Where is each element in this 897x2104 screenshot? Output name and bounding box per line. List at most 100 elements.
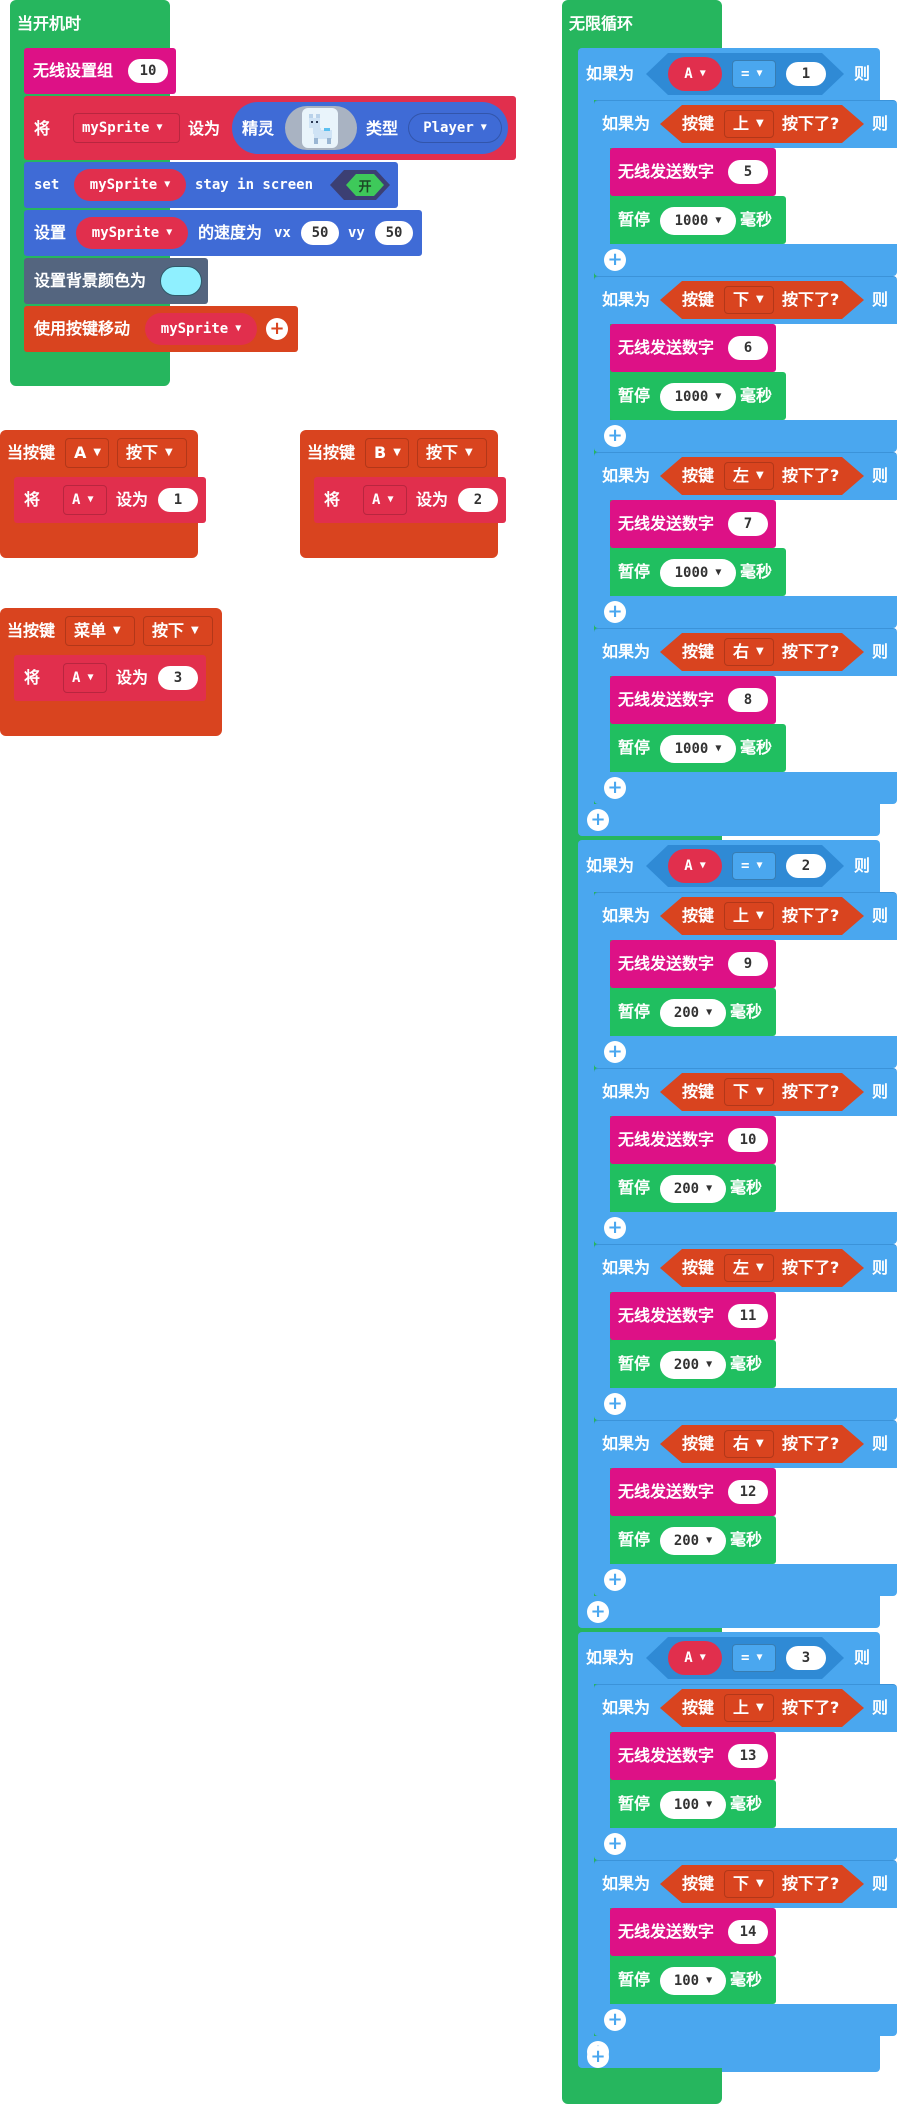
pause-duration-dropdown[interactable]: 200 ▼: [660, 1351, 726, 1379]
compare-value-input[interactable]: 2: [786, 854, 826, 878]
operator-dropdown[interactable]: = ▼: [732, 852, 776, 880]
variable-dropdown[interactable]: A ▼: [668, 1641, 722, 1675]
pause-duration-dropdown[interactable]: 100 ▼: [660, 1791, 726, 1819]
chevron-down-icon: ▼: [715, 743, 722, 754]
pause-duration-dropdown[interactable]: 200 ▼: [660, 1175, 726, 1203]
value-input[interactable]: 1: [158, 488, 198, 512]
direction-dropdown[interactable]: 上 ▼: [724, 902, 774, 930]
add-icon[interactable]: +: [604, 2009, 626, 2031]
chevron-down-icon: ▼: [756, 646, 764, 657]
direction-value: 左: [733, 1258, 750, 1277]
if-label: 如果为: [602, 1698, 651, 1717]
pressed-label: 按下了?: [782, 642, 840, 661]
direction-dropdown[interactable]: 下 ▼: [724, 1870, 774, 1898]
pause-duration-dropdown[interactable]: 200 ▼: [660, 1527, 726, 1555]
pause-duration-dropdown[interactable]: 1000 ▼: [660, 559, 736, 587]
event-action-dropdown[interactable]: 按下 ▼: [143, 616, 213, 646]
add-icon[interactable]: +: [604, 1217, 626, 1239]
pause-duration-value: 1000: [674, 741, 709, 757]
add-icon[interactable]: +: [587, 2046, 609, 2068]
compare-value-input[interactable]: 1: [786, 62, 826, 86]
then-label: 则: [872, 290, 889, 309]
vy-input[interactable]: 50: [375, 221, 413, 245]
pause-duration-dropdown[interactable]: 1000 ▼: [660, 207, 736, 235]
background-color-swatch[interactable]: [160, 266, 202, 296]
velocity-prefix: 设置: [34, 223, 67, 242]
event-action-dropdown[interactable]: 按下 ▼: [117, 438, 187, 468]
add-icon[interactable]: +: [604, 1833, 626, 1855]
operator-value: =: [741, 858, 750, 874]
send-number-input[interactable]: 10: [728, 1128, 768, 1152]
send-number-input[interactable]: 5: [728, 160, 768, 184]
ms-label: 毫秒: [740, 562, 773, 581]
direction-dropdown[interactable]: 上 ▼: [724, 110, 774, 138]
pause-duration-dropdown[interactable]: 1000 ▼: [660, 383, 736, 411]
send-number-input[interactable]: 7: [728, 512, 768, 536]
add-icon[interactable]: +: [604, 777, 626, 799]
compare-value-input[interactable]: 3: [786, 1646, 826, 1670]
direction-dropdown[interactable]: 右 ▼: [724, 638, 774, 666]
pause-duration-dropdown[interactable]: 200 ▼: [660, 999, 726, 1027]
chevron-down-icon: ▼: [480, 122, 487, 133]
direction-dropdown[interactable]: 左 ▼: [724, 462, 774, 490]
send-number-input[interactable]: 13: [728, 1744, 768, 1768]
button-dropdown[interactable]: B ▼: [365, 438, 409, 468]
pause-duration-dropdown[interactable]: 1000 ▼: [660, 735, 736, 763]
stay-sprite-dropdown[interactable]: mySprite ▼: [74, 169, 186, 201]
send-number-input[interactable]: 9: [728, 952, 768, 976]
add-icon[interactable]: +: [604, 249, 626, 271]
send-number-input[interactable]: 8: [728, 688, 768, 712]
button-dropdown[interactable]: 菜单 ▼: [65, 616, 135, 646]
event-when-label: 当按键: [7, 621, 56, 640]
pause-duration-dropdown[interactable]: 100 ▼: [660, 1967, 726, 1995]
then-label: 则: [872, 642, 889, 661]
value-input[interactable]: 2: [458, 488, 498, 512]
value-input[interactable]: 3: [158, 666, 198, 690]
variable-dropdown[interactable]: A ▼: [668, 849, 722, 883]
variable-dropdown[interactable]: A ▼: [363, 485, 407, 515]
add-icon[interactable]: +: [604, 1393, 626, 1415]
sprite-variable-dropdown[interactable]: mySprite ▼: [73, 113, 180, 143]
direction-dropdown[interactable]: 左 ▼: [724, 1254, 774, 1282]
velocity-sprite-dropdown[interactable]: mySprite ▼: [76, 217, 188, 249]
add-icon[interactable]: +: [604, 1041, 626, 1063]
move-sprite-dropdown[interactable]: mySprite ▼: [145, 313, 257, 345]
direction-dropdown[interactable]: 下 ▼: [724, 286, 774, 314]
add-icon[interactable]: +: [604, 601, 626, 623]
add-icon[interactable]: +: [266, 318, 288, 340]
add-icon[interactable]: +: [604, 425, 626, 447]
variable-dropdown[interactable]: A ▼: [63, 663, 107, 693]
direction-dropdown[interactable]: 下 ▼: [724, 1078, 774, 1106]
chevron-down-icon: ▼: [191, 625, 199, 636]
chevron-down-icon: ▼: [699, 68, 706, 79]
send-number-input[interactable]: 14: [728, 1920, 768, 1944]
add-icon[interactable]: +: [587, 1601, 609, 1623]
send-number-input[interactable]: 12: [728, 1480, 768, 1504]
button-dropdown[interactable]: A ▼: [65, 438, 109, 468]
event-action-value: 按下: [152, 621, 185, 640]
nested-if-arm: [594, 1732, 610, 1828]
add-icon[interactable]: +: [604, 1569, 626, 1591]
variable-dropdown[interactable]: A ▼: [668, 57, 722, 91]
operator-dropdown[interactable]: = ▼: [732, 1644, 776, 1672]
event-action-dropdown[interactable]: 按下 ▼: [417, 438, 487, 468]
chevron-down-icon: ▼: [715, 215, 722, 226]
add-icon[interactable]: +: [587, 809, 609, 831]
sprite-kind-dropdown[interactable]: Player ▼: [408, 113, 502, 143]
send-number-input[interactable]: 11: [728, 1304, 768, 1328]
nested-if-footer: [594, 1388, 897, 1420]
radio-group-input[interactable]: 10: [128, 59, 168, 83]
variable-dropdown[interactable]: A ▼: [63, 485, 107, 515]
event-action-value: 按下: [426, 443, 459, 462]
send-number-input[interactable]: 6: [728, 336, 768, 360]
chevron-down-icon: ▼: [165, 447, 173, 458]
operator-dropdown[interactable]: = ▼: [732, 60, 776, 88]
direction-dropdown[interactable]: 右 ▼: [724, 1430, 774, 1458]
stay-set-label: set: [34, 177, 60, 193]
pause-duration-value: 200: [673, 1357, 700, 1373]
direction-dropdown[interactable]: 上 ▼: [724, 1694, 774, 1722]
if-label: 如果为: [586, 856, 635, 875]
if-block-arm: [578, 100, 594, 804]
pause-label: 暂停: [618, 1530, 651, 1549]
vx-input[interactable]: 50: [301, 221, 339, 245]
